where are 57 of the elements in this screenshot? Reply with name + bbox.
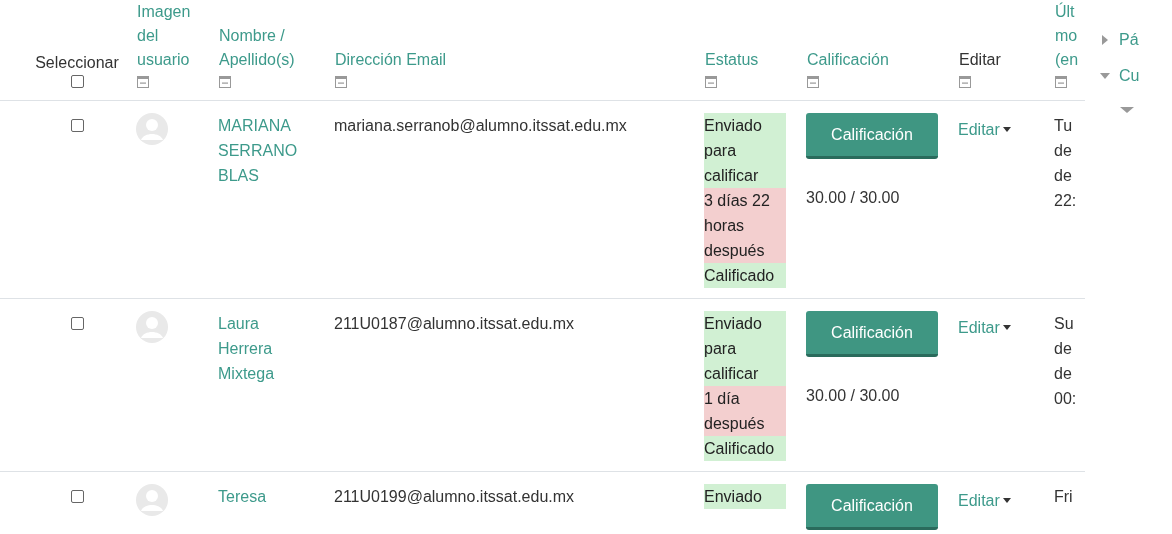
student-name-link[interactable]: Laura Herrera Mixtega <box>218 311 308 386</box>
collapse-icon[interactable] <box>959 76 971 88</box>
date-text: 22: <box>1054 191 1078 211</box>
caret-icon <box>1002 127 1011 132</box>
edit-menu-link[interactable]: Editar <box>958 117 1011 142</box>
collapse-icon[interactable] <box>335 76 347 88</box>
status-label: Enviado para calificar <box>704 311 786 386</box>
triangle-down-icon[interactable] <box>1119 104 1135 116</box>
date-text: Su <box>1054 314 1075 334</box>
status-label: Calificado <box>704 436 786 461</box>
date-text: 00: <box>1054 389 1078 409</box>
column-header[interactable]: Imagen del usuario <box>137 0 205 72</box>
edit-menu-link[interactable]: Editar <box>958 488 1011 513</box>
checkbox[interactable] <box>70 490 84 503</box>
sidebar-item[interactable]: Pá <box>1119 28 1139 52</box>
status-label: Enviado para calificar <box>704 113 786 188</box>
caret-icon <box>1002 325 1011 330</box>
column-header[interactable]: Estatus <box>705 48 759 72</box>
email-text: 211U0187@alumno.itssat.edu.mx <box>334 315 575 332</box>
collapse-icon[interactable] <box>137 76 149 88</box>
date-text: de <box>1054 166 1073 186</box>
grade-button[interactable]: Calificación <box>806 484 938 530</box>
status-label: 3 días 22 horas después <box>704 188 786 263</box>
collapse-icon[interactable] <box>807 76 819 88</box>
column-header[interactable]: Nombre / Apellido(s) <box>219 24 319 72</box>
date-text: Tu <box>1054 116 1074 136</box>
status-label: Enviado <box>704 484 786 509</box>
status-label: Calificado <box>704 263 786 288</box>
edit-menu-link[interactable]: Editar <box>958 315 1011 340</box>
grade-text: 30.00 / 30.00 <box>806 188 900 208</box>
column-header[interactable]: (en <box>1055 48 1079 72</box>
collapse-icon[interactable] <box>219 76 231 88</box>
collapse-icon[interactable] <box>1055 76 1067 88</box>
date-text: de <box>1054 141 1073 161</box>
column-header[interactable]: Dirección Email <box>335 48 447 72</box>
checkbox[interactable] <box>70 317 84 330</box>
grade-button[interactable]: Calificación <box>806 311 938 357</box>
date-text: de <box>1054 364 1073 384</box>
column-header[interactable]: Calificación <box>807 48 889 72</box>
checkbox[interactable] <box>70 75 84 88</box>
grade-text: 30.00 / 30.00 <box>806 386 900 406</box>
student-name-link[interactable]: Teresa <box>218 484 308 509</box>
date-text: de <box>1054 339 1073 359</box>
column-header[interactable]: Últ <box>1055 0 1079 24</box>
collapse-icon[interactable] <box>705 76 717 88</box>
email-text: 211U0199@alumno.itssat.edu.mx <box>334 488 575 505</box>
column-header[interactable]: mo <box>1055 24 1079 48</box>
email-text: mariana.serranob@alumno.itssat.edu.mx <box>334 117 627 134</box>
date-text: Fri <box>1054 487 1074 507</box>
student-name-link[interactable]: MARIANA SERRANO BLAS <box>218 113 308 188</box>
sidebar-item[interactable]: Cu <box>1119 64 1140 88</box>
caret-icon <box>1002 498 1011 503</box>
column-header: Editar <box>959 50 1001 70</box>
status-label: 1 día después <box>704 386 786 436</box>
checkbox[interactable] <box>70 119 84 132</box>
grade-button[interactable]: Calificación <box>806 113 938 159</box>
column-header: Seleccionar <box>35 53 119 73</box>
